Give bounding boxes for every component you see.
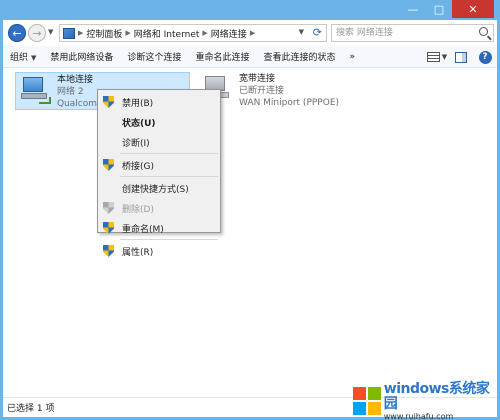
logo-tile-red: [353, 387, 366, 400]
menu-item-label: 重命名(M): [122, 224, 164, 235]
help-icon: ?: [478, 50, 492, 64]
menu-item-label: 桥接(G): [122, 161, 154, 172]
forward-button[interactable]: →: [28, 24, 46, 42]
menu-item-disable[interactable]: 禁用(B): [98, 92, 220, 112]
title-bar[interactable]: — □ ✕: [0, 0, 500, 22]
change-view-button[interactable]: ▼: [425, 46, 449, 68]
connection-device: WAN Miniport (PPPOE): [239, 98, 340, 108]
organize-button[interactable]: 组织 ▼: [3, 50, 43, 63]
monitor-shape: [23, 77, 43, 92]
menu-item-properties[interactable]: 属性(R): [98, 241, 220, 261]
cable-shape: [39, 97, 51, 104]
logo-tile-green: [368, 387, 381, 400]
search-input[interactable]: [332, 25, 472, 41]
menu-item-label: 禁用(B): [122, 98, 154, 109]
more-commands-button[interactable]: »: [342, 52, 362, 62]
organize-label: 组织: [10, 53, 29, 63]
chevron-down-icon: ▼: [441, 53, 448, 61]
menu-item-label: 删除(D): [122, 204, 154, 215]
maximize-button[interactable]: □: [426, 0, 452, 18]
menu-separator: [120, 176, 218, 177]
view-controls: ▼ ?: [425, 46, 497, 68]
address-bar[interactable]: ▶ 控制面板 ▶ 网络和 Internet ▶ 网络连接 ▶ ▼ ⟳: [59, 24, 327, 42]
windows-logo-icon: [352, 386, 381, 416]
watermark-brand: windows系统家园: [383, 380, 490, 412]
connection-details: 宽带连接 已断开连接 WAN Miniport (PPPOE): [239, 72, 339, 110]
menu-separator: [120, 153, 218, 154]
help-button[interactable]: ?: [473, 46, 497, 68]
window-controls: — □ ✕: [400, 0, 494, 18]
connection-name: 本地连接: [57, 75, 94, 85]
rename-connection-button[interactable]: 重命名此连接: [188, 50, 256, 63]
context-menu: 禁用(B) 状态(U) 诊断(I) 桥接(G) 创建快捷方式(S) 删除(D) …: [97, 89, 221, 258]
search-icon[interactable]: [479, 27, 488, 36]
watermark: windows系统家园 www.ruihafu.com: [352, 380, 498, 420]
close-button[interactable]: ✕: [452, 0, 494, 18]
menu-item-label: 诊断(I): [122, 138, 150, 149]
uac-shield-icon: [103, 202, 114, 214]
chevron-right-icon[interactable]: ▶: [250, 29, 255, 37]
menu-item-create-shortcut[interactable]: 创建快捷方式(S): [98, 178, 220, 198]
network-adapter-icon: [19, 75, 53, 107]
breadcrumb-network-internet[interactable]: 网络和 Internet: [134, 27, 200, 40]
refresh-icon[interactable]: ⟳: [313, 26, 322, 39]
chevron-right-icon[interactable]: ▶: [202, 29, 207, 37]
chevron-right-icon[interactable]: ▶: [78, 29, 83, 37]
recent-locations-chevron-icon[interactable]: ▼: [48, 28, 53, 36]
menu-item-bridge[interactable]: 桥接(G): [98, 155, 220, 175]
control-panel-icon: [63, 27, 75, 39]
connections-view[interactable]: 本地连接 网络 2 Qualcomm 宽带连接 已断开连接 WAN Minipo…: [3, 68, 497, 397]
uac-shield-icon: [103, 222, 114, 234]
watermark-text: windows系统家园 www.ruihafu.com: [383, 380, 498, 420]
chevron-right-icon[interactable]: ▶: [125, 29, 130, 37]
view-options-icon: [426, 52, 440, 62]
navigation-bar: ← → ▼ ▶ 控制面板 ▶ 网络和 Internet ▶ 网络连接 ▶ ▼ ⟳: [3, 20, 497, 46]
chevron-down-icon: ▼: [31, 54, 37, 62]
watermark-url: www.ruihafu.com: [383, 411, 454, 420]
menu-item-label: 状态(U): [122, 118, 156, 129]
preview-pane-icon: [455, 51, 467, 63]
connection-status: 已断开连接: [239, 86, 285, 96]
connection-name: 宽带连接: [239, 74, 276, 84]
disable-device-button[interactable]: 禁用此网络设备: [43, 50, 120, 63]
logo-tile-blue: [353, 402, 366, 415]
uac-shield-icon: [103, 96, 114, 108]
menu-separator: [120, 239, 218, 240]
view-status-button[interactable]: 查看此连接的状态: [256, 50, 342, 63]
menu-item-status[interactable]: 状态(U): [98, 112, 220, 132]
address-dropdown-icon[interactable]: ▼: [299, 28, 304, 36]
menu-item-diagnose[interactable]: 诊断(I): [98, 132, 220, 152]
diagnose-connection-button[interactable]: 诊断这个连接: [120, 50, 188, 63]
menu-item-label: 创建快捷方式(S): [122, 184, 189, 195]
connection-item-broadband[interactable]: 宽带连接 已断开连接 WAN Miniport (PPPOE): [198, 72, 378, 110]
menu-item-rename[interactable]: 重命名(M): [98, 218, 220, 238]
explorer-window: — □ ✕ ← → ▼ ▶ 控制面板 ▶ 网络和 Internet ▶ 网络连接…: [0, 0, 500, 420]
preview-pane-button[interactable]: [449, 46, 473, 68]
minimize-button[interactable]: —: [400, 0, 426, 18]
logo-tile-yellow: [368, 402, 381, 415]
breadcrumb-network-connections[interactable]: 网络连接: [211, 27, 247, 40]
back-button[interactable]: ←: [8, 24, 26, 42]
command-bar: 组织 ▼ 禁用此网络设备 诊断这个连接 重命名此连接 查看此连接的状态 » ▼ ?: [3, 46, 497, 68]
search-box: [331, 24, 494, 42]
breadcrumb-control-panel[interactable]: 控制面板: [86, 27, 122, 40]
menu-item-label: 属性(R): [122, 247, 154, 258]
uac-shield-icon: [103, 159, 114, 171]
selection-count: 已选择 1 项: [7, 404, 55, 414]
menu-item-delete: 删除(D): [98, 198, 220, 218]
uac-shield-icon: [103, 245, 114, 257]
